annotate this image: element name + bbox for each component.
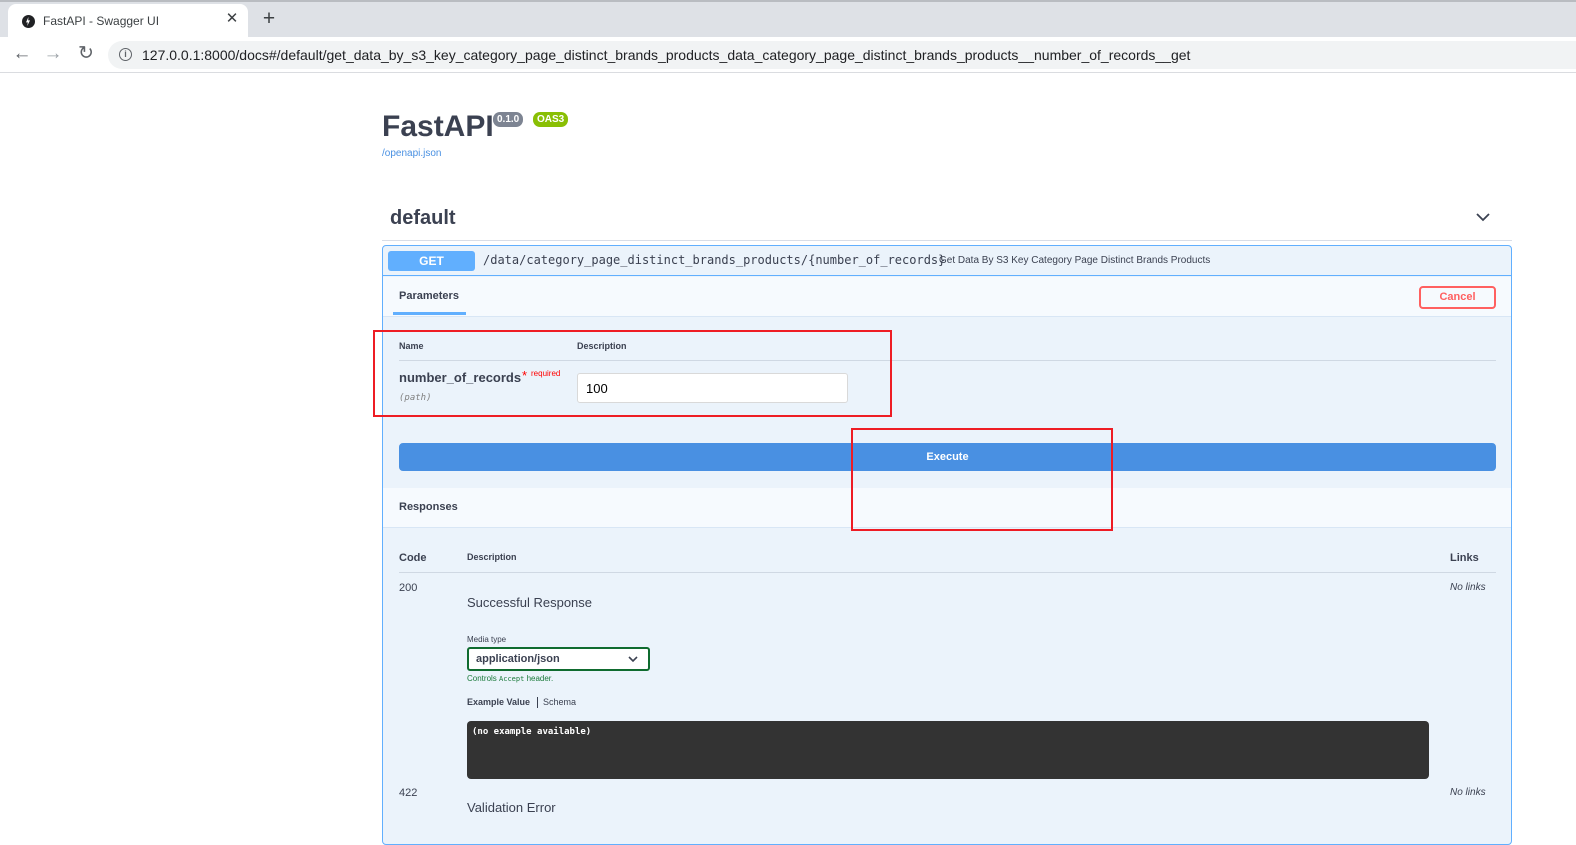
parameters-divider	[399, 360, 1496, 361]
cancel-button[interactable]: Cancel	[1419, 286, 1496, 309]
number-of-records-input[interactable]	[577, 373, 848, 403]
required-star: *	[522, 368, 528, 383]
example-code-block: (no example available)	[467, 721, 1429, 779]
response-links-200: No links	[1450, 582, 1486, 593]
parameter-name: number_of_records	[399, 370, 522, 385]
tab-title: FastAPI - Swagger UI	[43, 14, 160, 28]
operation-summary-bar[interactable]: GET /data/category_page_distinct_brands_…	[383, 246, 1511, 276]
responses-title: Responses	[399, 501, 458, 513]
operation-block: GET /data/category_page_distinct_brands_…	[382, 245, 1512, 845]
response-description-422: Validation Error	[467, 800, 556, 815]
example-code-text: (no example available)	[472, 727, 592, 737]
method-badge: GET	[388, 251, 475, 271]
openapi-json-link[interactable]: /openapi.json	[382, 148, 442, 159]
execute-button[interactable]: Execute	[399, 443, 1496, 471]
tab-parameters[interactable]: Parameters	[399, 290, 459, 302]
required-label: required	[531, 369, 561, 378]
reload-icon[interactable]: ↻	[74, 42, 98, 66]
response-code-422: 422	[399, 787, 418, 799]
column-header-name: Name	[399, 341, 424, 351]
operation-summary: Get Data By S3 Key Category Page Distinc…	[939, 255, 1211, 266]
media-type-value: application/json	[476, 653, 560, 665]
response-code-200: 200	[399, 582, 418, 594]
browser-toolbar: ← → ↻ i 127.0.0.1:8000/docs#/default/get…	[0, 37, 1576, 73]
parameter-location: (path)	[399, 393, 432, 403]
tab-active-indicator	[393, 312, 466, 315]
controls-accept-note: Controls Accept header.	[467, 674, 554, 683]
section-divider	[382, 240, 1512, 241]
response-description-200: Successful Response	[467, 595, 593, 610]
responses-header: Responses	[383, 488, 1511, 528]
media-type-select[interactable]: application/json	[467, 647, 650, 671]
media-type-label: Media type	[467, 635, 507, 644]
address-bar[interactable]: i 127.0.0.1:8000/docs#/default/get_data_…	[108, 41, 1576, 69]
responses-divider	[399, 572, 1496, 573]
browser-tab[interactable]: FastAPI - Swagger UI ✕	[8, 4, 248, 39]
chevron-down-icon[interactable]	[1476, 210, 1490, 224]
browser-tab-strip: FastAPI - Swagger UI ✕ +	[0, 0, 1576, 39]
parameters-header: Parameters Cancel	[383, 277, 1511, 317]
version-badge: 0.1.0	[493, 112, 524, 127]
column-header-response-description: Description	[467, 552, 517, 562]
fastapi-favicon-icon	[22, 15, 35, 28]
tab-schema[interactable]: Schema	[543, 697, 576, 707]
url-text[interactable]: 127.0.0.1:8000/docs#/default/get_data_by…	[142, 47, 1190, 63]
column-header-description: Description	[577, 341, 627, 351]
tab-separator	[537, 697, 538, 708]
column-header-links: Links	[1450, 552, 1479, 564]
section-title[interactable]: default	[390, 207, 456, 230]
tab-example-value[interactable]: Example Value	[467, 697, 530, 707]
page-title: FastAPI	[382, 110, 494, 143]
operation-path: /data/category_page_distinct_brands_prod…	[483, 253, 946, 267]
oas-badge: OAS3	[533, 112, 569, 127]
new-tab-button[interactable]: +	[258, 8, 280, 30]
forward-arrow-icon[interactable]: →	[41, 42, 65, 66]
column-header-code: Code	[399, 552, 427, 564]
response-links-422: No links	[1450, 787, 1486, 798]
back-arrow-icon[interactable]: ←	[10, 42, 34, 66]
site-info-icon[interactable]: i	[119, 48, 132, 61]
close-tab-icon[interactable]: ✕	[224, 11, 240, 27]
chevron-down-icon	[628, 656, 638, 663]
